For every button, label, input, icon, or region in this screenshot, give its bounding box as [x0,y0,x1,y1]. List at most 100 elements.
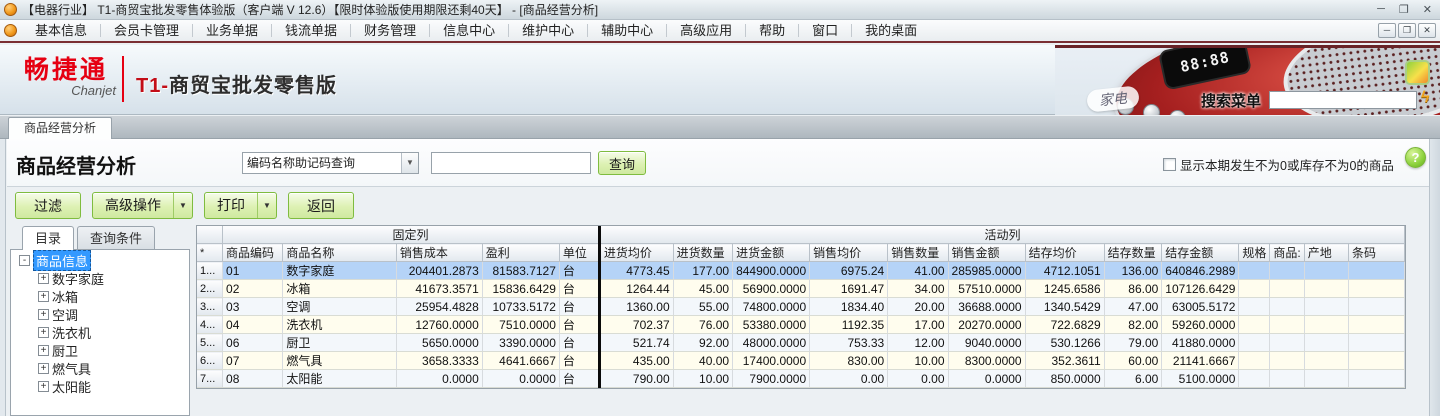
table-cell[interactable]: 20.00 [887,297,949,316]
table-cell[interactable]: 7900.0000 [732,369,811,388]
expand-icon[interactable]: + [38,362,49,374]
menu-item[interactable]: 钱流单据 [272,20,350,41]
toolbar-button[interactable]: 过滤 [15,192,81,219]
tree-node-label[interactable]: 燃气具 [52,359,91,378]
lightning-icon[interactable]: ϟ [1421,89,1429,107]
tree-node[interactable]: + 空调 [38,306,189,323]
table-cell[interactable] [1269,315,1305,334]
table-cell[interactable] [1348,297,1405,316]
table-cell[interactable]: 76.00 [673,315,734,334]
table-cell[interactable] [1304,261,1350,280]
table-cell[interactable]: 6975.24 [809,261,889,280]
table-cell[interactable]: 48000.0000 [732,333,811,352]
table-cell[interactable] [1269,297,1305,316]
restore-icon[interactable]: ❐ [1399,3,1409,16]
row-number[interactable]: 5... [197,333,224,352]
table-cell[interactable]: 521.74 [597,333,674,352]
table-cell[interactable]: 1691.47 [809,279,889,298]
column-header[interactable]: 销售金额 [948,243,1026,262]
tree-node[interactable]: + 太阳能 [38,377,189,396]
menu-item[interactable]: 业务单据 [193,20,271,41]
table-cell[interactable]: 17400.0000 [732,351,811,370]
chevron-down-icon[interactable]: ▼ [257,193,276,218]
column-header[interactable]: 结存数量 [1104,243,1163,262]
column-header[interactable]: 结存金额 [1161,243,1240,262]
table-cell[interactable]: 1245.6586 [1025,279,1105,298]
column-header[interactable]: 进货均价 [597,243,674,262]
table-cell[interactable]: 0.0000 [482,369,560,388]
table-cell[interactable]: 107126.6429 [1161,279,1240,298]
toolbar-button[interactable]: 打印 ▼ [204,192,277,219]
help-icon[interactable]: ? [1405,147,1426,168]
table-cell[interactable] [1238,351,1271,370]
expand-icon[interactable]: + [38,326,49,338]
table-cell[interactable]: 10733.5172 [482,297,560,316]
column-header[interactable]: 商品编码 [222,243,284,262]
expand-icon[interactable]: + [38,344,49,356]
table-cell[interactable]: 41673.3571 [396,279,483,298]
table-cell[interactable] [1304,279,1350,298]
table-cell[interactable]: 数字家庭 [282,261,397,280]
table-cell[interactable] [1269,351,1305,370]
table-cell[interactable]: 07 [222,351,284,370]
column-header[interactable]: 商品名称 [282,243,397,262]
menu-item[interactable]: 辅助中心 [588,20,666,41]
table-cell[interactable] [1348,279,1405,298]
row-number[interactable]: 1... [197,261,224,280]
close-icon[interactable]: ✕ [1423,3,1432,16]
table-cell[interactable] [1348,351,1405,370]
tree-node-label[interactable]: 太阳能 [52,377,91,396]
table-cell[interactable]: 59260.0000 [1161,315,1240,334]
table-cell[interactable]: 40.00 [673,351,734,370]
table-cell[interactable]: 722.6829 [1025,315,1105,334]
table-cell[interactable]: 台 [559,351,600,370]
table-cell[interactable] [1269,261,1305,280]
table-cell[interactable]: 53380.0000 [732,315,811,334]
table-cell[interactable]: 4773.45 [597,261,674,280]
table-cell[interactable]: 燃气具 [282,351,397,370]
table-cell[interactable]: 753.33 [809,333,889,352]
table-cell[interactable]: 冰箱 [282,279,397,298]
table-cell[interactable]: 12.00 [887,333,949,352]
row-number[interactable]: 2... [197,279,224,298]
table-cell[interactable]: 41880.0000 [1161,333,1240,352]
table-cell[interactable]: 435.00 [597,351,674,370]
table-cell[interactable]: 47.00 [1104,297,1163,316]
table-cell[interactable]: 0.00 [809,369,889,388]
table-cell[interactable] [1238,333,1271,352]
table-cell[interactable]: 5100.0000 [1161,369,1240,388]
column-header[interactable]: 销售均价 [809,243,889,262]
table-cell[interactable]: 17.00 [887,315,949,334]
menu-item[interactable]: 我的桌面 [852,20,930,41]
query-type-select[interactable]: 编码名称助记码查询 ▼ [242,152,419,174]
table-cell[interactable]: 55.00 [673,297,734,316]
table-cell[interactable]: 34.00 [887,279,949,298]
table-cell[interactable]: 空调 [282,297,397,316]
column-header[interactable]: 单位 [559,243,600,262]
table-cell[interactable] [1304,297,1350,316]
table-cell[interactable]: 10.00 [887,351,949,370]
table-cell[interactable]: 1192.35 [809,315,889,334]
table-cell[interactable]: 79.00 [1104,333,1163,352]
tree-node[interactable]: + 洗衣机 [38,324,189,341]
table-cell[interactable]: 60.00 [1104,351,1163,370]
table-cell[interactable]: 台 [559,297,600,316]
mdi-close-icon[interactable]: ✕ [1418,23,1436,38]
table-cell[interactable]: 04 [222,315,284,334]
table-cell[interactable]: 太阳能 [282,369,397,388]
table-cell[interactable]: 25954.4828 [396,297,483,316]
tree-node-label[interactable]: 厨卫 [52,341,78,360]
tree-node-label[interactable]: 数字家庭 [52,269,104,288]
table-cell[interactable]: 台 [559,279,600,298]
table-cell[interactable]: 12760.0000 [396,315,483,334]
table-cell[interactable]: 850.0000 [1025,369,1105,388]
menu-item[interactable]: 信息中心 [430,20,508,41]
column-header[interactable]: 销售数量 [887,243,949,262]
table-cell[interactable]: 3390.0000 [482,333,560,352]
table-cell[interactable]: 36688.0000 [948,297,1026,316]
row-number[interactable]: 6... [197,351,224,370]
menu-search-input[interactable] [1269,91,1417,109]
table-cell[interactable]: 10.00 [673,369,734,388]
tree-node[interactable]: + 厨卫 [38,341,189,360]
query-button[interactable]: 查询 [598,151,646,175]
